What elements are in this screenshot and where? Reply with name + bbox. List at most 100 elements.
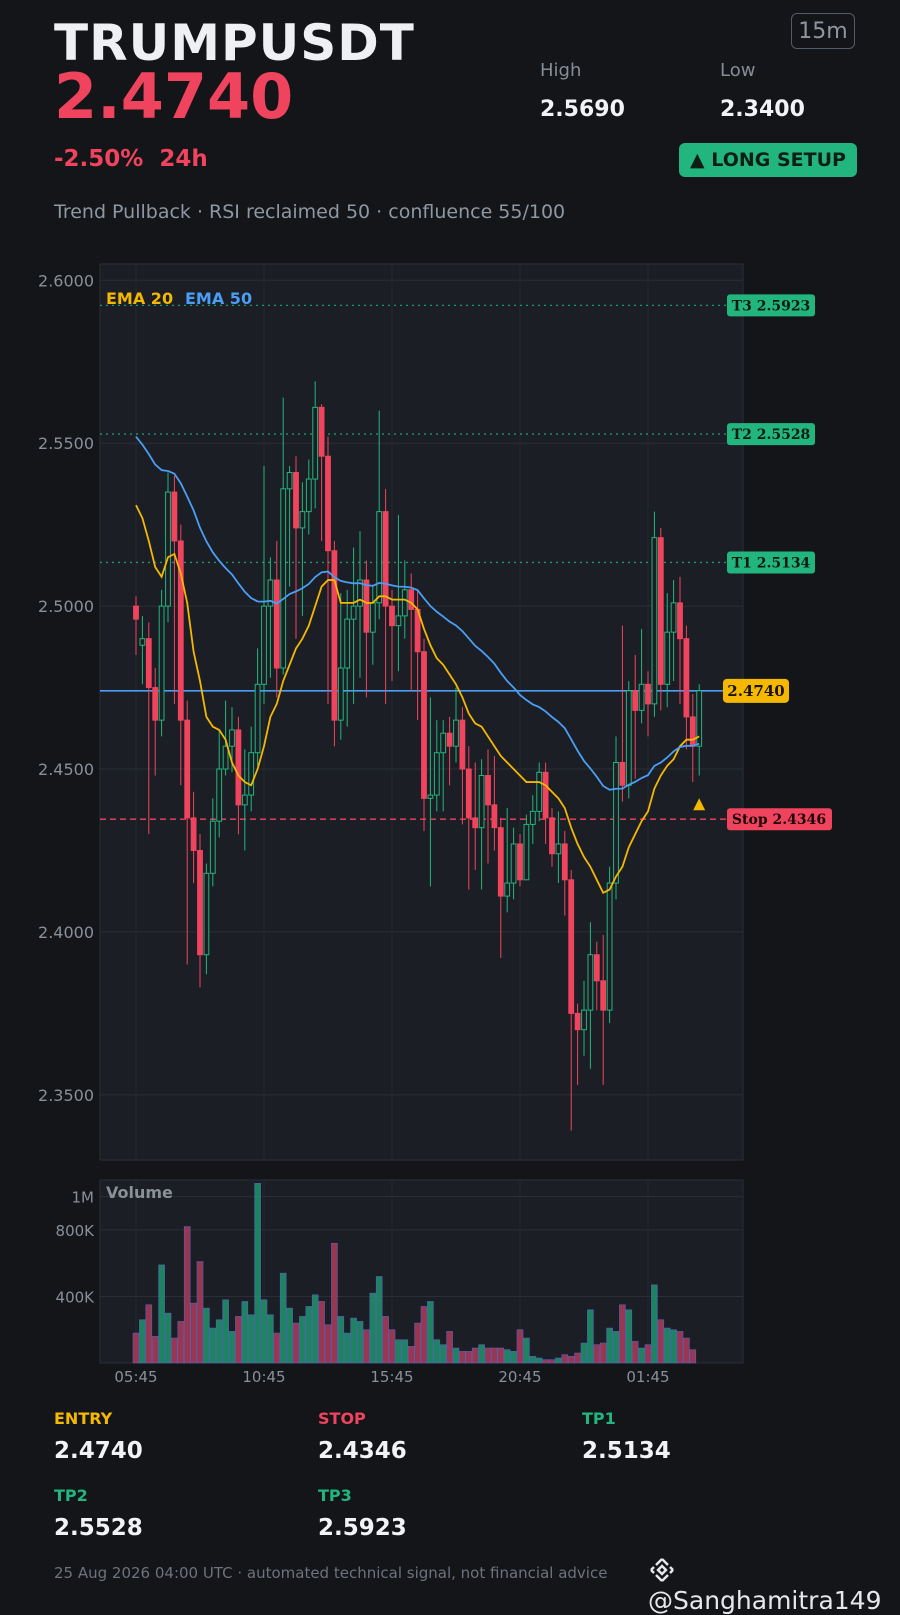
volume-bar <box>535 1357 543 1364</box>
candle-body <box>555 843 562 855</box>
volume-bar <box>183 1226 191 1364</box>
volume-bar <box>132 1332 140 1364</box>
candle-body <box>363 579 370 633</box>
candle-body <box>536 771 543 812</box>
t1-level-text: T1 2.5134 <box>732 555 811 571</box>
volume-bar <box>145 1304 153 1364</box>
y-tick-label: 2.4000 <box>38 923 94 942</box>
binance-logo-icon <box>650 1558 674 1582</box>
volume-bar <box>196 1261 204 1364</box>
volume-bar <box>228 1331 236 1364</box>
volume-bar <box>523 1337 530 1364</box>
volume-bar <box>420 1306 428 1364</box>
volume-bar <box>292 1322 300 1364</box>
volume-bar <box>599 1342 607 1364</box>
candle-body <box>529 810 536 825</box>
volume-bar <box>190 1302 197 1364</box>
volume-bar <box>356 1321 364 1364</box>
volume-bar <box>395 1339 402 1364</box>
candle-body <box>651 537 658 705</box>
x-tick-label: 20:45 <box>498 1368 541 1386</box>
candle-body <box>248 752 255 796</box>
volume-bar <box>222 1299 229 1364</box>
candle-body <box>254 683 261 754</box>
x-tick-label: 05:45 <box>114 1368 157 1386</box>
volume-bar <box>414 1322 421 1364</box>
candle-body <box>593 954 600 982</box>
volume-bar <box>452 1347 460 1364</box>
legend-ema50: EMA 50 <box>185 289 252 308</box>
candle-body <box>587 954 594 1011</box>
candle-body <box>581 1009 587 1031</box>
volume-bar <box>235 1316 242 1364</box>
volume-bar <box>151 1336 159 1364</box>
candle-body <box>440 732 447 754</box>
volume-bar <box>279 1272 287 1364</box>
volume-bar <box>587 1309 594 1364</box>
volume-bar <box>465 1351 473 1364</box>
volume-bar <box>299 1316 306 1364</box>
candle-body <box>401 589 408 617</box>
current-price-tag-text: 2.4740 <box>727 682 784 700</box>
tp1-label: TP1 <box>582 1409 616 1428</box>
candle-body <box>280 488 287 669</box>
volume-bar <box>267 1314 274 1364</box>
t3-level-text: T3 2.5923 <box>732 298 811 314</box>
candle-body <box>683 638 690 718</box>
volume-bar <box>689 1349 697 1364</box>
candle-body <box>190 817 197 851</box>
candle-body <box>261 605 267 685</box>
candle-body <box>504 882 511 897</box>
candle-body <box>613 762 619 884</box>
candle-body <box>209 820 216 874</box>
volume-bar <box>657 1319 665 1364</box>
candle-body <box>408 589 415 610</box>
candle-body <box>145 638 152 689</box>
volume-bar <box>663 1327 671 1364</box>
volume-bar <box>574 1352 581 1364</box>
tp2-value: 2.5528 <box>54 1515 143 1541</box>
volume-bar <box>407 1346 415 1364</box>
volume-bar <box>625 1309 633 1364</box>
tp3-label: TP3 <box>318 1486 352 1505</box>
candle-body <box>657 537 664 685</box>
volume-bar <box>631 1341 639 1364</box>
candle-body <box>478 775 485 829</box>
tp3-value: 2.5923 <box>318 1515 407 1541</box>
volume-bar <box>375 1276 383 1364</box>
volume-bar <box>561 1354 569 1364</box>
brand-handle[interactable]: @Sanghamitra149 <box>648 1556 900 1615</box>
volume-bar <box>350 1317 357 1364</box>
volume-bar <box>580 1342 588 1364</box>
candle-body <box>312 406 319 480</box>
volume-bar <box>324 1324 332 1364</box>
volume-bar <box>311 1294 319 1364</box>
volume-bar <box>247 1314 255 1364</box>
volume-tick-label: 400K <box>56 1288 96 1306</box>
candle-body <box>446 732 453 747</box>
candle-body <box>203 872 210 956</box>
entry-label: ENTRY <box>54 1409 113 1428</box>
volume-label: Volume <box>106 1183 173 1202</box>
stop-label: STOP <box>318 1409 366 1428</box>
candle-body <box>158 605 165 721</box>
candle-body <box>184 719 191 819</box>
legend-ema20: EMA 20 <box>106 289 173 308</box>
y-tick-label: 2.5000 <box>38 597 94 616</box>
volume-bar <box>382 1316 389 1364</box>
volume-bar <box>542 1359 549 1364</box>
volume-bar <box>171 1337 178 1364</box>
candle-body <box>638 683 645 711</box>
volume-bar <box>273 1332 281 1364</box>
candle-body <box>197 849 203 956</box>
candle-body <box>523 823 530 881</box>
stop-level-text: Stop 2.4346 <box>732 812 826 828</box>
candle-body <box>325 455 331 552</box>
candle-body <box>465 768 472 819</box>
candle-body <box>485 775 491 806</box>
candle-body <box>369 602 376 633</box>
candle-body <box>472 817 479 829</box>
candle-body <box>376 511 383 604</box>
candle-body <box>344 618 351 669</box>
candle-body <box>389 605 395 627</box>
